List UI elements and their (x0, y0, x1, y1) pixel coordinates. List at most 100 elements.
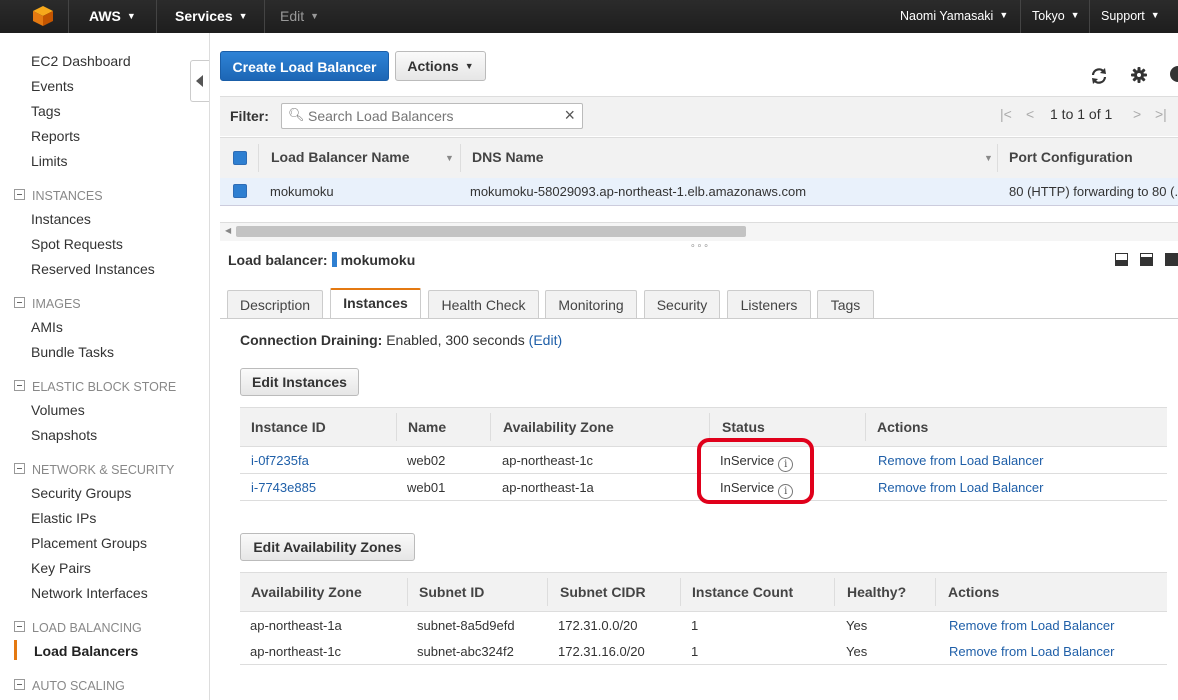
tab-instances[interactable]: Instances (330, 288, 421, 318)
sidebar-item-elastic-ips[interactable]: Elastic IPs (31, 510, 96, 526)
instance-id-link[interactable]: i-7743e885 (251, 480, 316, 495)
sidebar-item-load-balancers[interactable]: Load Balancers (34, 643, 138, 659)
sidebar-section-instances[interactable]: INSTANCES (14, 189, 103, 203)
user-menu[interactable]: Naomi Yamasaki ▼ (900, 9, 1008, 23)
search-input[interactable] (306, 106, 560, 126)
sidebar-item-network-interfaces[interactable]: Network Interfaces (31, 585, 148, 601)
prev-page-icon[interactable]: < (1026, 106, 1034, 122)
sidebar-item-security-groups[interactable]: Security Groups (31, 485, 131, 501)
remove-from-lb-link[interactable]: Remove from Load Balancer (949, 644, 1114, 659)
column-header-actions[interactable]: Actions (948, 584, 999, 600)
chevron-down-icon: ▼ (126, 11, 136, 21)
sidebar-item-key-pairs[interactable]: Key Pairs (31, 560, 91, 576)
table-row: ap-northeast-1a subnet-8a5d9efd 172.31.0… (240, 612, 1167, 639)
sidebar-section-images[interactable]: IMAGES (14, 297, 81, 311)
column-header-healthy[interactable]: Healthy? (847, 584, 906, 600)
panel-middle-icon[interactable] (1140, 253, 1153, 266)
column-header-port[interactable]: Port Configuration (1009, 149, 1133, 165)
sidebar-section-ebs[interactable]: ELASTIC BLOCK STORE (14, 380, 176, 394)
sidebar-item-volumes[interactable]: Volumes (31, 402, 85, 418)
sidebar-item-spot-requests[interactable]: Spot Requests (31, 236, 123, 252)
sidebar-item-reports[interactable]: Reports (31, 128, 80, 144)
zone-name: ap-northeast-1a (250, 618, 342, 633)
sidebar-section-network-security[interactable]: NETWORK & SECURITY (14, 463, 174, 477)
column-header-availability-zone[interactable]: Availability Zone (503, 419, 614, 435)
sidebar-section-load-balancing[interactable]: LOAD BALANCING (14, 621, 142, 635)
tab-monitoring[interactable]: Monitoring (545, 290, 637, 318)
tab-tags[interactable]: Tags (817, 290, 874, 318)
instance-id-link[interactable]: i-0f7235fa (251, 453, 309, 468)
services-menu[interactable]: Services ▼ (175, 8, 248, 24)
zones-table-header: Availability Zone Subnet ID Subnet CIDR … (240, 572, 1167, 612)
sidebar-item-bundle-tasks[interactable]: Bundle Tasks (31, 344, 114, 360)
sort-icon[interactable]: ▼ (445, 153, 454, 163)
sidebar-item-tags[interactable]: Tags (31, 103, 61, 119)
column-header-availability-zone[interactable]: Availability Zone (251, 584, 362, 600)
last-page-icon[interactable]: >| (1155, 106, 1167, 122)
scroll-left-icon[interactable]: ◀ (225, 226, 231, 235)
column-header-subnet-id[interactable]: Subnet ID (419, 584, 484, 600)
healthy-value: Yes (846, 618, 868, 633)
status-highlight-annotation (697, 438, 814, 504)
create-load-balancer-button[interactable]: Create Load Balancer (220, 51, 389, 81)
sidebar-section-auto-scaling[interactable]: AUTO SCALING (14, 679, 125, 693)
remove-from-lb-link[interactable]: Remove from Load Balancer (949, 618, 1114, 633)
table-row[interactable]: mokumoku mokumoku-58029093.ap-northeast-… (220, 178, 1178, 206)
edit-menu[interactable]: Edit ▼ (280, 8, 319, 24)
actions-button[interactable]: Actions ▼ (395, 51, 486, 81)
tab-health-check[interactable]: Health Check (428, 290, 539, 318)
settings-gear-icon[interactable] (1130, 66, 1148, 84)
panel-full-icon[interactable] (1165, 253, 1178, 266)
clear-search-icon[interactable]: × (564, 105, 575, 126)
scrollbar-thumb[interactable] (236, 226, 746, 237)
first-page-icon[interactable]: |< (1000, 106, 1012, 122)
refresh-icon[interactable] (1089, 66, 1109, 86)
tab-listeners[interactable]: Listeners (727, 290, 811, 318)
support-menu[interactable]: Support ▼ (1101, 9, 1160, 23)
horizontal-scrollbar[interactable]: ◀ (220, 222, 1178, 241)
search-box[interactable]: 🔍︎ × (281, 103, 583, 129)
subnet-cidr: 172.31.16.0/20 (558, 644, 645, 659)
region-menu[interactable]: Tokyo ▼ (1032, 9, 1080, 23)
edit-availability-zones-button[interactable]: Edit Availability Zones (240, 533, 415, 561)
aws-menu[interactable]: AWS ▼ (89, 8, 136, 24)
sidebar-item-events[interactable]: Events (31, 78, 74, 94)
chevron-left-icon (196, 75, 203, 87)
sidebar-item-instances[interactable]: Instances (31, 211, 91, 227)
collapse-icon (14, 679, 25, 690)
panel-bottom-icon[interactable] (1115, 253, 1128, 266)
dns-name-cell: mokumoku-58029093.ap-northeast-1.elb.ama… (470, 184, 807, 199)
instance-zone: ap-northeast-1a (502, 480, 594, 495)
sidebar-item-snapshots[interactable]: Snapshots (31, 427, 97, 443)
instance-name: web02 (407, 453, 446, 468)
healthy-value: Yes (846, 644, 868, 659)
sidebar-item-placement-groups[interactable]: Placement Groups (31, 535, 147, 551)
column-header-instance-count[interactable]: Instance Count (692, 584, 793, 600)
sidebar-item-limits[interactable]: Limits (31, 153, 68, 169)
tab-description[interactable]: Description (227, 290, 323, 318)
column-header-dns[interactable]: DNS Name (472, 149, 544, 165)
column-header-status[interactable]: Status (722, 419, 765, 435)
column-header-instance-id[interactable]: Instance ID (251, 419, 326, 435)
tab-security[interactable]: Security (644, 290, 720, 318)
column-header-name[interactable]: Load Balancer Name (271, 149, 410, 165)
edit-draining-link[interactable]: (Edit) (529, 332, 562, 348)
column-header-name[interactable]: Name (408, 419, 446, 435)
edit-instances-button[interactable]: Edit Instances (240, 368, 359, 396)
resize-handle[interactable]: ∘∘∘ (690, 240, 710, 251)
next-page-icon[interactable]: > (1133, 106, 1141, 122)
remove-from-lb-link[interactable]: Remove from Load Balancer (878, 480, 1043, 495)
select-all-checkbox[interactable] (233, 151, 247, 165)
column-header-subnet-cidr[interactable]: Subnet CIDR (560, 584, 646, 600)
help-icon[interactable] (1170, 66, 1178, 82)
row-checkbox[interactable] (233, 184, 247, 198)
sidebar-item-reserved-instances[interactable]: Reserved Instances (31, 261, 155, 277)
remove-from-lb-link[interactable]: Remove from Load Balancer (878, 453, 1043, 468)
collapse-sidebar-button[interactable] (190, 60, 209, 102)
column-header-actions[interactable]: Actions (877, 419, 928, 435)
aws-cube-logo-icon[interactable] (32, 5, 54, 27)
sidebar-item-amis[interactable]: AMIs (31, 319, 63, 335)
sort-icon[interactable]: ▼ (984, 153, 993, 163)
collapse-icon (14, 380, 25, 391)
sidebar-item-ec2-dashboard[interactable]: EC2 Dashboard (31, 53, 131, 69)
